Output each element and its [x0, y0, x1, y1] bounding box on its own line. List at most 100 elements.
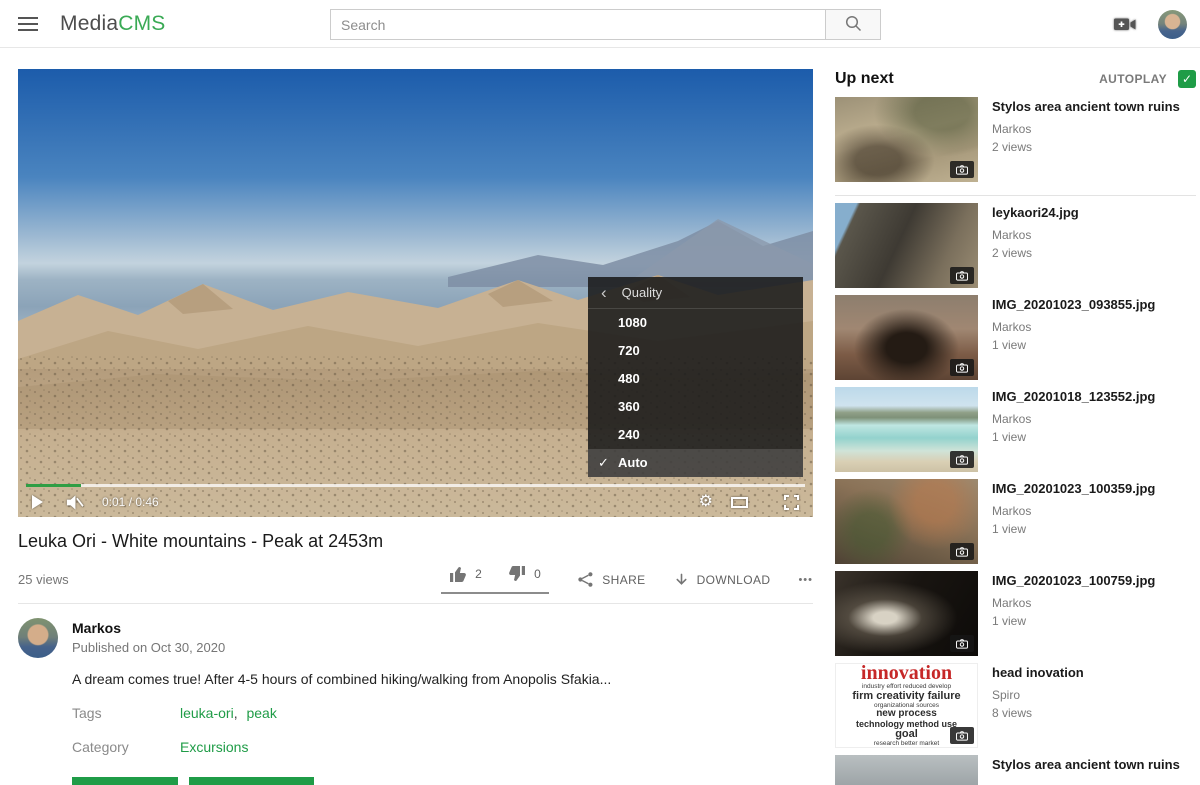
mute-button[interactable]	[65, 493, 84, 512]
quality-menu-header[interactable]: ‹ Quality	[588, 277, 803, 309]
item-author: Markos	[992, 122, 1180, 136]
up-next-item-5[interactable]: IMG_20201023_100359.jpg Markos 1 view	[835, 479, 1196, 564]
item-author: Markos	[992, 228, 1079, 242]
theater-mode-icon	[731, 497, 748, 508]
video-title: Leuka Ori - White mountains - Peak at 24…	[18, 531, 813, 552]
like-count: 2	[475, 567, 482, 581]
thumbnail	[835, 97, 978, 182]
video-description: A dream comes true! After 4-5 hours of c…	[72, 671, 813, 687]
brand-cms: CMS	[118, 12, 165, 35]
up-next-heading: Up next	[835, 70, 1099, 88]
up-next-item-4[interactable]: IMG_20201018_123552.jpg Markos 1 view	[835, 387, 1196, 472]
menu-icon[interactable]	[18, 13, 40, 35]
up-next-item-6[interactable]: IMG_20201023_100759.jpg Markos 1 view	[835, 571, 1196, 656]
item-views: 1 view	[992, 430, 1155, 444]
download-button[interactable]: DOWNLOAD	[674, 572, 771, 588]
thumbnail	[835, 387, 978, 472]
autoplay-label: AUTOPLAY	[1099, 72, 1167, 86]
watch-column: ‹ Quality 1080 720 480 360 240 ✓ Auto	[18, 48, 813, 785]
quality-option-auto[interactable]: ✓ Auto	[588, 449, 803, 477]
quality-menu-title: Quality	[622, 285, 662, 300]
item-title: Stylos area ancient town ruins	[992, 99, 1180, 115]
thumb-up-icon	[449, 565, 467, 583]
up-next-item-7[interactable]: innovation industry effort reduced devel…	[835, 663, 1196, 748]
autoplay-checkbox[interactable]: ✓	[1178, 70, 1196, 88]
item-views: 8 views	[992, 706, 1084, 720]
share-button[interactable]: SHARE	[577, 571, 645, 588]
photo-camera-icon	[950, 543, 974, 560]
quality-option-1080[interactable]: 1080	[588, 309, 803, 337]
tag-link-leuka-ori[interactable]: leuka-ori	[180, 705, 234, 721]
settings-button[interactable]: ⚙	[699, 494, 713, 510]
photo-camera-icon	[950, 635, 974, 652]
up-next-item-3[interactable]: IMG_20201023_093855.jpg Markos 1 view	[835, 295, 1196, 380]
up-next-item-2[interactable]: leykaori24.jpg Markos 2 views	[835, 203, 1196, 288]
thumbnail	[835, 479, 978, 564]
dislike-button[interactable]: 0	[508, 565, 541, 583]
quality-menu: ‹ Quality 1080 720 480 360 240 ✓ Auto	[588, 277, 803, 477]
item-views: 1 view	[992, 522, 1155, 536]
tags-list: leuka-ori, peak	[180, 705, 277, 721]
more-icon: •••	[798, 574, 813, 586]
up-next-item-8[interactable]: Stylos area ancient town ruins	[835, 755, 1196, 785]
category-label: Category	[72, 739, 180, 755]
player-controls: 0:01 / 0:46 ⚙	[18, 487, 813, 517]
up-next-item-1[interactable]: Stylos area ancient town ruins Markos 2 …	[835, 97, 1196, 182]
category-link[interactable]: Excursions	[180, 739, 248, 755]
thumbnail	[835, 571, 978, 656]
search-icon	[844, 14, 862, 35]
upload-video-icon[interactable]	[1114, 17, 1136, 32]
view-count: 25 views	[18, 572, 441, 587]
item-title: IMG_20201018_123552.jpg	[992, 389, 1155, 405]
item-views: 1 view	[992, 614, 1155, 628]
photo-camera-icon	[950, 359, 974, 376]
divider	[18, 603, 813, 604]
volume-muted-icon	[65, 493, 84, 512]
item-title: IMG_20201023_100359.jpg	[992, 481, 1155, 497]
quality-option-720[interactable]: 720	[588, 337, 803, 365]
search-input[interactable]	[330, 9, 826, 40]
tag-link-peak[interactable]: peak	[246, 705, 276, 721]
brand-logo[interactable]: MediaCMS	[60, 12, 165, 36]
video-player[interactable]: ‹ Quality 1080 720 480 360 240 ✓ Auto	[18, 69, 813, 517]
search-button[interactable]	[826, 9, 881, 40]
fullscreen-icon	[784, 495, 799, 510]
thumbnail	[835, 203, 978, 288]
like-button[interactable]: 2	[449, 565, 482, 583]
check-icon: ✓	[1182, 72, 1192, 86]
item-views: 2 views	[992, 140, 1180, 154]
item-title: Stylos area ancient town ruins	[992, 757, 1180, 773]
back-chevron-icon[interactable]: ‹	[601, 284, 607, 301]
user-avatar[interactable]	[1158, 10, 1187, 39]
search-bar	[330, 9, 881, 40]
play-button[interactable]	[32, 495, 43, 509]
check-icon: ✓	[598, 449, 609, 477]
theater-mode-button[interactable]	[731, 497, 766, 508]
item-title: IMG_20201023_093855.jpg	[992, 297, 1155, 313]
photo-camera-icon	[950, 451, 974, 468]
item-views: 2 views	[992, 246, 1079, 260]
photo-camera-icon	[950, 161, 974, 178]
edit-media-button[interactable]: EDIT MEDIA	[72, 777, 178, 785]
item-author: Markos	[992, 504, 1155, 518]
play-icon	[32, 495, 43, 509]
author-name[interactable]: Markos	[72, 620, 225, 636]
item-author: Spiro	[992, 688, 1084, 702]
share-icon	[577, 571, 594, 588]
photo-camera-icon	[950, 267, 974, 284]
dislike-count: 0	[534, 567, 541, 581]
tags-label: Tags	[72, 705, 180, 721]
thumbnail	[835, 295, 978, 380]
quality-option-240[interactable]: 240	[588, 421, 803, 449]
time-display: 0:01 / 0:46	[102, 495, 159, 509]
quality-option-480[interactable]: 480	[588, 365, 803, 393]
author-avatar[interactable]	[18, 618, 58, 658]
more-options-button[interactable]: •••	[798, 574, 813, 586]
item-author: Markos	[992, 320, 1155, 334]
rating-group: 2 0	[441, 565, 549, 594]
fullscreen-button[interactable]	[784, 495, 799, 510]
quality-option-360[interactable]: 360	[588, 393, 803, 421]
delete-media-button[interactable]: DELETE MEDIA	[189, 777, 314, 785]
up-next-sidebar: Up next AUTOPLAY ✓ Stylos area ancient t…	[835, 70, 1196, 785]
divider	[835, 195, 1196, 196]
